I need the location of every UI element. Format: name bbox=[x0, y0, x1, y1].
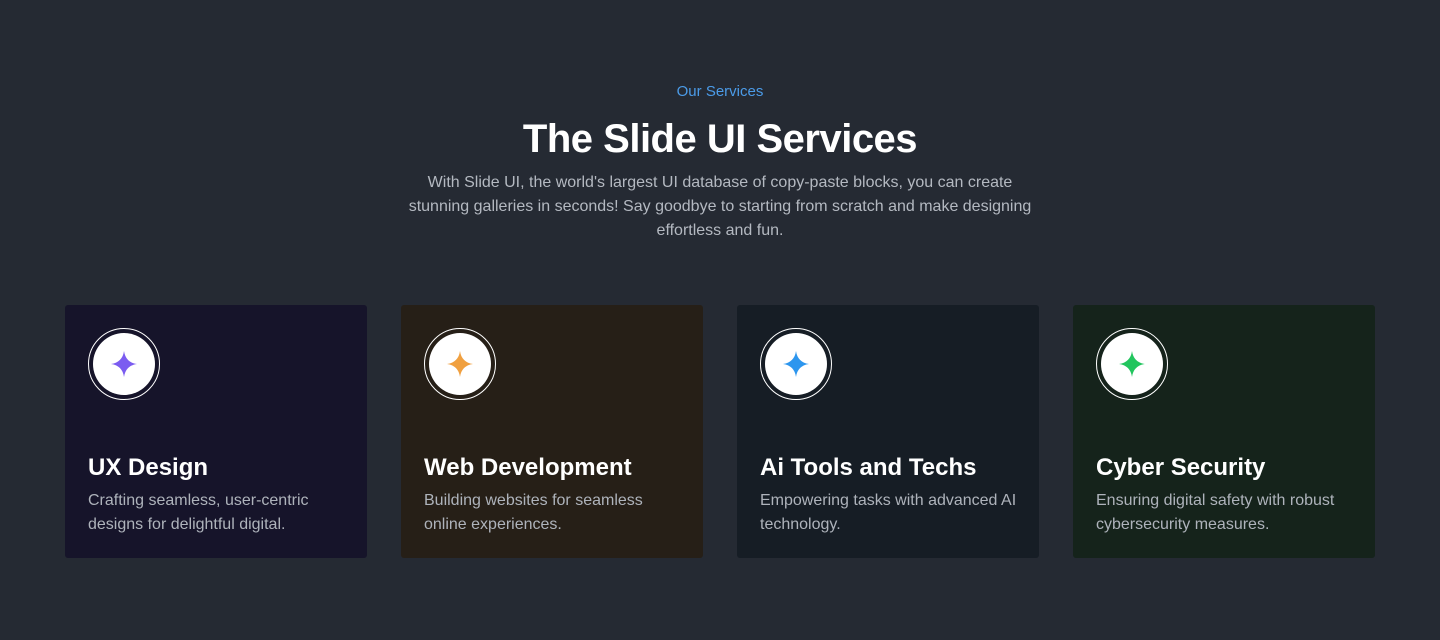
card-description: Crafting seamless, user-centric designs … bbox=[88, 492, 309, 533]
services-header: Our Services The Slide UI Services With … bbox=[0, 82, 1440, 243]
sparkle-icon bbox=[111, 351, 137, 377]
service-card-web-development[interactable]: Web Development Building websites for se… bbox=[401, 305, 703, 558]
service-cards: UX Design Crafting seamless, user-centri… bbox=[65, 305, 1375, 558]
card-description: Building websites for seamless online ex… bbox=[424, 492, 643, 533]
sparkle-icon bbox=[447, 351, 473, 377]
card-description: Ensuring digital safety with robust cybe… bbox=[1096, 492, 1335, 533]
card-title: Web Development bbox=[424, 454, 632, 481]
services-section: Our Services The Slide UI Services With … bbox=[0, 0, 1440, 640]
icon-ring bbox=[88, 328, 160, 400]
section-eyebrow: Our Services bbox=[676, 83, 764, 100]
sparkle-icon bbox=[783, 351, 809, 377]
section-subtitle: With Slide UI, the world's largest UI da… bbox=[408, 174, 1032, 239]
icon-ring bbox=[424, 328, 496, 400]
service-card-ux-design[interactable]: UX Design Crafting seamless, user-centri… bbox=[65, 305, 367, 558]
icon-disc bbox=[93, 333, 155, 395]
sparkle-icon bbox=[1119, 351, 1145, 377]
card-title: UX Design bbox=[88, 454, 209, 481]
service-card-cyber-security[interactable]: Cyber Security Ensuring digital safety w… bbox=[1073, 305, 1375, 558]
icon-disc bbox=[429, 333, 491, 395]
card-title: Ai Tools and Techs bbox=[760, 454, 977, 481]
service-card-ai-tools[interactable]: Ai Tools and Techs Empowering tasks with… bbox=[737, 305, 1039, 558]
icon-disc bbox=[765, 333, 827, 395]
icon-ring bbox=[1096, 328, 1168, 400]
card-title: Cyber Security bbox=[1096, 454, 1266, 481]
section-title: The Slide UI Services bbox=[522, 117, 918, 161]
icon-disc bbox=[1101, 333, 1163, 395]
icon-ring bbox=[760, 328, 832, 400]
card-description: Empowering tasks with advanced AI techno… bbox=[760, 492, 1017, 533]
